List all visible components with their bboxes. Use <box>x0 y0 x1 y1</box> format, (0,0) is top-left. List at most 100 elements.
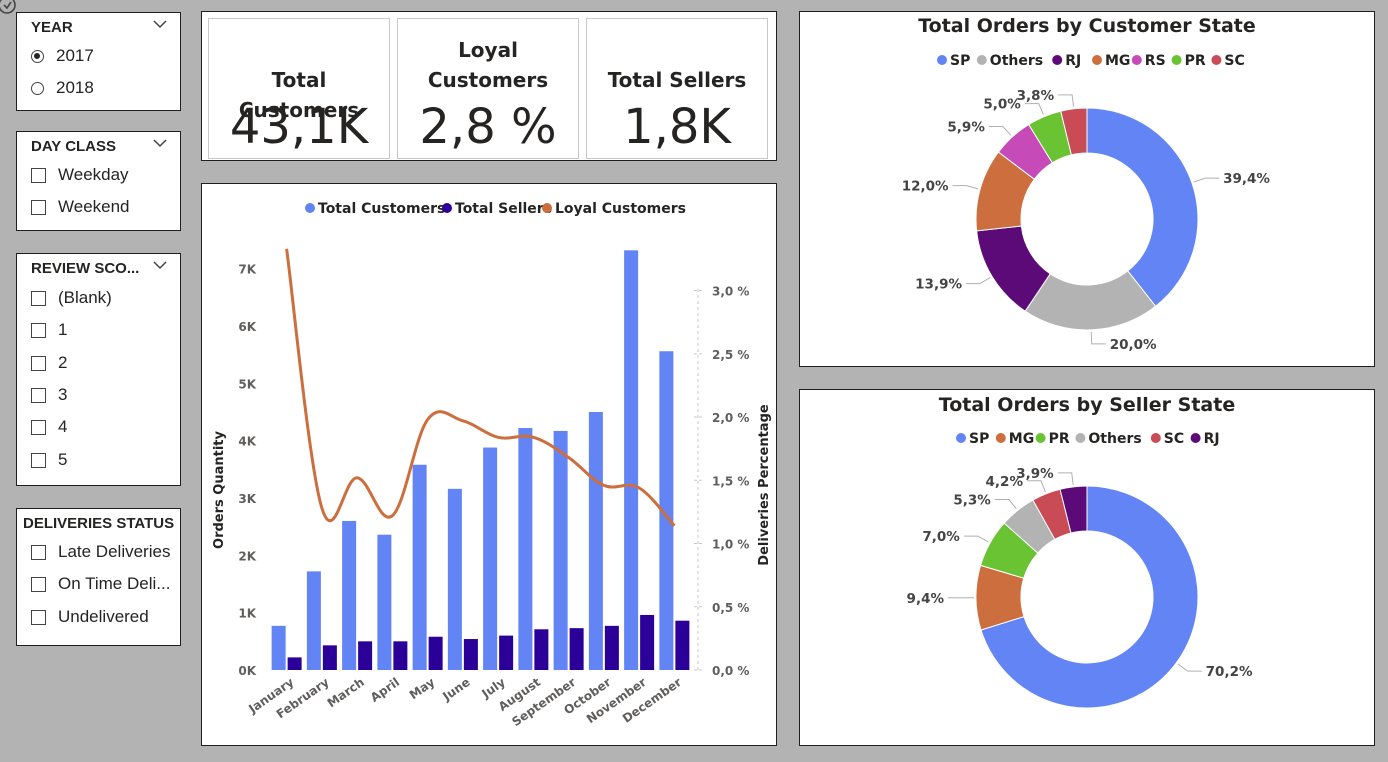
legend-item-sp[interactable]: SP <box>937 53 970 69</box>
x-tick-label: April <box>368 675 402 705</box>
slicer-option-weekday[interactable]: Weekday <box>31 163 129 187</box>
legend-item-pr[interactable]: PR <box>1171 53 1206 69</box>
checkbox[interactable] <box>31 609 46 625</box>
combo-chart-svg: Total Customers Total Sellers Loyal Custom… <box>212 201 772 729</box>
bar-total-customers-july[interactable] <box>483 447 498 670</box>
checkbox[interactable] <box>31 167 46 183</box>
legend-marker <box>305 203 315 213</box>
y-right-tick-label: 0,0 % <box>712 664 749 678</box>
seller-state-donut[interactable]: Total Orders by Seller State SP MG PR Others… <box>799 389 1375 746</box>
bar-total-sellers-november[interactable] <box>640 614 655 670</box>
leader-line <box>952 185 979 190</box>
donut-slice-sp[interactable] <box>1086 107 1199 307</box>
checkbox[interactable] <box>31 322 46 338</box>
checkbox[interactable] <box>31 576 46 592</box>
legend-item-loyal-customers[interactable]: Loyal Customers <box>542 201 686 217</box>
legend-marker <box>1092 55 1102 65</box>
slicer-option-3[interactable]: 3 <box>31 383 67 407</box>
legend-marker <box>1035 433 1046 443</box>
bar-total-sellers-december[interactable] <box>675 620 690 670</box>
y-tick-label: 2K <box>238 549 256 563</box>
checkbox[interactable] <box>31 355 46 371</box>
bar-total-sellers-september[interactable] <box>569 628 584 670</box>
bar-total-sellers-august[interactable] <box>534 629 549 670</box>
radio-button[interactable] <box>31 81 44 95</box>
slicer-title: DAY CLASS <box>31 138 117 155</box>
kpi-card-total-sellers[interactable]: Total Sellers 1,8K <box>586 18 768 159</box>
bar-total-sellers-february[interactable] <box>322 645 337 670</box>
checkbox[interactable] <box>31 199 46 215</box>
kpi-card-total-customers[interactable]: Total Customers 43,1K <box>208 18 390 159</box>
bar-total-customers-june[interactable] <box>447 488 462 670</box>
bar-total-sellers-july[interactable] <box>499 635 514 670</box>
slicer-option-on-time-deliveries[interactable]: On Time Deli... <box>31 572 170 596</box>
slicer-option-weekend[interactable]: Weekend <box>31 195 130 219</box>
checkbox[interactable] <box>31 544 46 560</box>
y-right-tick-label: 3,0 % <box>712 285 749 299</box>
legend-item-pr[interactable]: PR <box>1035 431 1070 447</box>
y-tick-label: 5K <box>238 377 256 391</box>
bar-total-customers-september[interactable] <box>553 430 568 670</box>
chevron-down-icon[interactable] <box>152 136 168 150</box>
radio-button[interactable] <box>31 49 44 63</box>
legend-marker <box>1052 55 1063 65</box>
legend-item-sc[interactable]: SC <box>1150 431 1184 447</box>
leader-line <box>988 126 1012 136</box>
legend-item-total-sellers[interactable]: Total Sellers <box>442 201 552 217</box>
bar-total-sellers-january[interactable] <box>287 657 302 670</box>
bar-total-customers-january[interactable] <box>271 625 286 670</box>
bar-total-customers-march[interactable] <box>342 520 357 670</box>
bar-total-sellers-may[interactable] <box>428 636 443 670</box>
slicer-option-2[interactable]: 2 <box>31 351 67 375</box>
orders-combo-chart[interactable]: Total Customers Total Sellers Loyal Custom… <box>201 183 777 746</box>
checkbox[interactable] <box>31 387 46 403</box>
bar-total-customers-february[interactable] <box>306 571 321 670</box>
legend-item-rs[interactable]: RS <box>1131 53 1166 69</box>
slicer-title: DELIVERIES STATUS <box>23 515 175 532</box>
slicer-option-blank[interactable]: (Blank) <box>31 286 112 310</box>
legend-item-sc[interactable]: SC <box>1211 53 1245 69</box>
checkbox[interactable] <box>31 419 46 435</box>
bar-total-sellers-march[interactable] <box>358 641 373 670</box>
kpi-card-loyal-customers[interactable]: Loyal Customers 2,8 % <box>397 18 579 159</box>
y-axis-title: Orders Quantity <box>212 430 227 548</box>
bar-total-sellers-october[interactable] <box>604 625 619 670</box>
legend-marker <box>1171 55 1182 65</box>
bar-total-customers-october[interactable] <box>588 412 603 670</box>
legend-item-others[interactable]: Others <box>976 53 1043 69</box>
bar-total-sellers-april[interactable] <box>393 641 408 670</box>
slicer-option-1[interactable]: 1 <box>31 318 67 342</box>
leader-line <box>1193 177 1220 183</box>
legend-label: RJ <box>1204 431 1220 447</box>
legend-item-rj[interactable]: RJ <box>1190 431 1220 447</box>
slicer-option-late-deliveries[interactable]: Late Deliveries <box>31 540 170 564</box>
slicer-option-2018[interactable]: 2018 <box>31 76 94 100</box>
option-label: Late Deliveries <box>58 542 171 561</box>
bar-total-customers-april[interactable] <box>377 534 392 670</box>
slicer-option-undelivered[interactable]: Undelivered <box>31 605 149 629</box>
legend-item-rj[interactable]: RJ <box>1052 53 1081 69</box>
chevron-down-icon[interactable] <box>152 17 168 31</box>
legend-item-total-customers[interactable]: Total Customers <box>305 201 445 217</box>
legend-item-mg[interactable]: MG <box>1092 53 1130 69</box>
slicer-option-2017[interactable]: 2017 <box>31 44 94 68</box>
customer-state-donut[interactable]: Total Orders by Customer State SP Others RJ… <box>799 11 1375 367</box>
data-label-pr: 7,0% <box>922 529 960 545</box>
bar-total-sellers-june[interactable] <box>463 639 478 670</box>
legend-item-mg[interactable]: MG <box>995 431 1034 447</box>
chevron-down-icon[interactable] <box>152 258 168 272</box>
slicer-option-4[interactable]: 4 <box>31 415 67 439</box>
legend-item-sp[interactable]: SP <box>956 431 989 447</box>
bar-total-customers-november[interactable] <box>624 250 639 670</box>
legend-marker <box>956 433 966 443</box>
y-right-tick-label: 1,0 % <box>712 538 749 552</box>
bar-total-customers-may[interactable] <box>412 464 427 670</box>
option-label: (Blank) <box>58 288 112 307</box>
line-loyal-customers[interactable] <box>285 248 676 527</box>
bar-total-customers-august[interactable] <box>518 428 533 670</box>
checkbox[interactable] <box>31 290 46 306</box>
day-class-slicer: DAY CLASS Weekday Weekend <box>16 131 181 231</box>
legend-item-others[interactable]: Others <box>1075 431 1142 447</box>
checkbox[interactable] <box>31 452 46 468</box>
slicer-option-5[interactable]: 5 <box>31 448 67 472</box>
